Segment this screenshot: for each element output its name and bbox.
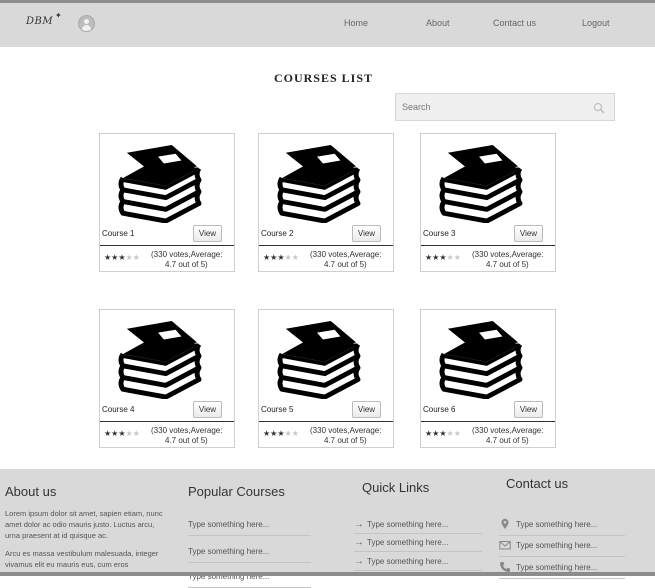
rating-stars: ★★★★★ — [425, 253, 461, 262]
card-divider — [100, 421, 234, 422]
bottom-border — [0, 572, 655, 576]
course-card: Course 1 View ★★★★★ (330 votes,Average: 4… — [99, 133, 235, 272]
book-stack-icon — [274, 319, 364, 399]
view-course-button[interactable]: View — [352, 225, 381, 242]
contact-address-text: Type something here... — [516, 520, 598, 529]
arrow-right-icon: → — [354, 556, 364, 567]
rating-text: (330 votes,Average: 4.7 out of 5) — [310, 250, 382, 269]
search-box — [395, 93, 615, 121]
book-stack-icon — [436, 143, 526, 223]
quick-link-label[interactable]: Type something here... — [367, 557, 448, 566]
card-divider — [100, 245, 234, 246]
about-paragraph: Lorem ipsum dolor sit amet, sapien etiam… — [5, 509, 163, 540]
rating-stars: ★★★★★ — [263, 253, 299, 262]
rating-text: (330 votes,Average: 4.7 out of 5) — [151, 426, 223, 445]
footer-quick-title: Quick Links — [362, 480, 430, 495]
nav-about-link[interactable]: About — [426, 18, 450, 28]
popular-course-link[interactable]: Type something here... — [188, 520, 311, 536]
view-course-button[interactable]: View — [514, 401, 543, 418]
rating-text: (330 votes,Average: 4.7 out of 5) — [310, 426, 382, 445]
rating-text: (330 votes,Average: 4.7 out of 5) — [472, 426, 544, 445]
footer-popular-title: Popular Courses — [188, 484, 285, 499]
contact-email-text[interactable]: Type something here... — [516, 541, 597, 550]
quick-link-label[interactable]: Type something here... — [367, 520, 448, 529]
arrow-right-icon: → — [354, 519, 364, 530]
course-card: Course 5 View ★★★★★ (330 votes,Average: 4… — [258, 309, 394, 448]
site-header: DBM ✦ Home About Contact us Logout — [0, 3, 655, 47]
quick-link-label[interactable]: Type something here... — [367, 538, 448, 547]
quick-link[interactable]: → Type something here... — [354, 519, 482, 534]
popular-course-link[interactable]: Type something here... — [188, 547, 311, 563]
quick-link[interactable]: → Type something here... — [354, 556, 482, 571]
course-name: Course 5 — [261, 405, 294, 414]
site-footer: About us Lorem ipsum dolor sit amet, sap… — [0, 469, 655, 588]
nav-home-link[interactable]: Home — [344, 18, 368, 28]
quick-link[interactable]: → Type something here... — [354, 537, 482, 552]
envelope-icon — [499, 541, 511, 550]
book-stack-icon — [274, 143, 364, 223]
course-name: Course 3 — [423, 229, 456, 238]
page-title: COURSES LIST — [273, 71, 374, 85]
book-stack-icon — [436, 319, 526, 399]
view-course-button[interactable]: View — [193, 401, 222, 418]
user-avatar-icon[interactable] — [78, 15, 95, 32]
contact-phone[interactable]: Type something here... — [499, 562, 625, 579]
course-name: Course 1 — [102, 229, 135, 238]
book-stack-icon — [115, 319, 205, 399]
rating-stars: ★★★★★ — [104, 429, 140, 438]
course-name: Course 6 — [423, 405, 456, 414]
view-course-button[interactable]: View — [193, 225, 222, 242]
search-icon[interactable] — [593, 102, 605, 114]
about-paragraph: Arcu es massa vestibulum malesuada, inte… — [5, 549, 159, 569]
rating-stars: ★★★★★ — [104, 253, 140, 262]
card-divider — [259, 245, 393, 246]
location-pin-icon — [501, 518, 509, 529]
logo-star-icon: ✦ — [55, 11, 62, 20]
course-name: Course 4 — [102, 405, 135, 414]
rating-text: (330 votes,Average: 4.7 out of 5) — [472, 250, 544, 269]
site-logo[interactable]: DBM — [26, 16, 53, 27]
course-card: Course 4 View ★★★★★ (330 votes,Average: 4… — [99, 309, 235, 448]
course-card: Course 6 View ★★★★★ (330 votes,Average: 4… — [420, 309, 556, 448]
search-input[interactable] — [396, 94, 592, 120]
arrow-right-icon: → — [354, 537, 364, 548]
nav-logout-link[interactable]: Logout — [582, 18, 610, 28]
card-divider — [421, 421, 555, 422]
contact-email[interactable]: Type something here... — [499, 540, 625, 557]
rating-stars: ★★★★★ — [263, 429, 299, 438]
rating-stars: ★★★★★ — [425, 429, 461, 438]
card-divider — [259, 421, 393, 422]
footer-about-text: Lorem ipsum dolor sit amet, sapien etiam… — [5, 508, 165, 577]
book-stack-icon — [115, 143, 205, 223]
rating-text: (330 votes,Average: 4.7 out of 5) — [151, 250, 223, 269]
contact-phone-text[interactable]: Type something here... — [516, 563, 597, 572]
view-course-button[interactable]: View — [514, 225, 543, 242]
footer-contact-title: Contact us — [506, 476, 569, 491]
view-course-button[interactable]: View — [352, 401, 381, 418]
course-card: Course 3 View ★★★★★ (330 votes,Average: 4… — [420, 133, 556, 272]
nav-contact-link[interactable]: Contact us — [493, 18, 536, 28]
contact-address: Type something here... — [499, 518, 625, 536]
footer-about-title: About us — [5, 484, 57, 499]
card-divider — [421, 245, 555, 246]
course-name: Course 2 — [261, 229, 294, 238]
course-card: Course 2 View ★★★★★ (330 votes,Average: 4… — [258, 133, 394, 272]
